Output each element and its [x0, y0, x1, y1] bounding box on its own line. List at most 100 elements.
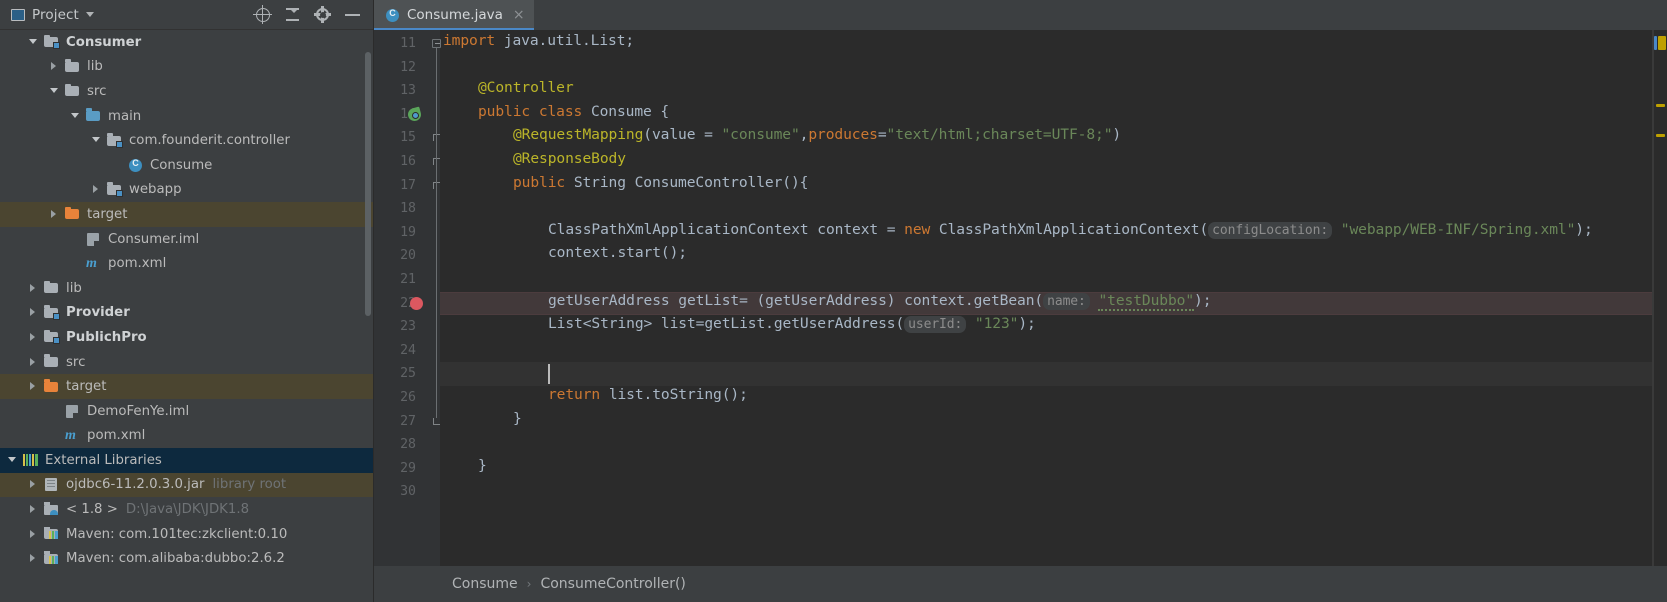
chevron-right-icon[interactable]: [29, 529, 38, 539]
collapse-all-icon[interactable]: [284, 6, 301, 23]
folder-icon: [43, 354, 60, 370]
no-arrow-spacer: [71, 259, 80, 268]
code-text[interactable]: import java.util.List; @Controller public …: [440, 30, 1667, 566]
chevron-down-icon[interactable]: [92, 136, 101, 145]
code-token: public: [513, 173, 574, 191]
line-number: 17: [400, 177, 416, 193]
tree-row-lib[interactable]: lib: [0, 276, 373, 301]
code-line[interactable]: @ResponseBody: [513, 150, 626, 174]
project-panel-icon: [10, 7, 26, 23]
line-number: 27: [400, 413, 416, 429]
tree-row-1-8[interactable]: < 1.8 > D:\Java\JDK\JDK1.8: [0, 497, 373, 522]
breadcrumb-item-method[interactable]: ConsumeController(): [540, 576, 685, 592]
code-line[interactable]: context.start();: [548, 244, 687, 268]
code-line[interactable]: @Controller: [478, 79, 574, 103]
chevron-right-icon[interactable]: [29, 332, 38, 342]
tree-row-consumer-iml[interactable]: Consumer.iml: [0, 227, 373, 252]
chevron-right-icon[interactable]: [50, 62, 59, 71]
code-line[interactable]: public String ConsumeController(){: [513, 174, 808, 198]
tree-row-pom-xml[interactable]: m pom.xml: [0, 424, 373, 449]
chevron-right-icon[interactable]: [92, 185, 101, 194]
no-arrow-spacer: [50, 431, 59, 440]
tree-row-target[interactable]: target: [0, 202, 373, 227]
editor-gutter[interactable]: 1112131415161718192021222324252627282930: [374, 30, 441, 566]
code-token: getUserAddress getList= (getUserAddress)…: [548, 291, 1044, 309]
chevron-right-icon[interactable]: [29, 554, 38, 563]
chevron-right-icon[interactable]: [29, 357, 38, 367]
tree-row-com-founderit-controller[interactable]: com.founderit.controller: [0, 128, 373, 153]
close-icon[interactable]: ×: [513, 8, 525, 22]
line-number: 11: [400, 36, 416, 51]
tree-row-src[interactable]: src: [0, 350, 373, 375]
code-line[interactable]: import java.util.List;: [443, 32, 634, 56]
project-tree[interactable]: Consumer lib src main com.founderit.controll…: [0, 30, 373, 602]
breakpoint-icon[interactable]: [410, 296, 423, 310]
tree-row-src[interactable]: src: [0, 79, 373, 104]
code-token: }: [513, 409, 522, 427]
code-line[interactable]: getUserAddress getList= (getUserAddress)…: [548, 291, 1211, 316]
code-token: "text/html;charset=UTF-8;": [886, 126, 1113, 144]
tree-row-label: main: [108, 108, 142, 124]
code-token: @ResponseBody: [513, 150, 626, 167]
sidebar-scrollbar-track[interactable]: [365, 32, 372, 600]
panel-title[interactable]: Project: [32, 7, 79, 23]
chevron-right-icon[interactable]: [29, 505, 38, 514]
tree-row-demofenye-iml[interactable]: DemoFenYe.iml: [0, 399, 373, 424]
code-line[interactable]: @RequestMapping(value = "consume",produc…: [513, 126, 1121, 150]
breadcrumb: Consume › ConsumeController(): [374, 566, 1667, 602]
tree-row-lib[interactable]: lib: [0, 55, 373, 80]
tree-row-ojdbc6-11-2-0-3-0-jar[interactable]: ojdbc6-11.2.0.3.0.jar library root: [0, 472, 373, 498]
locate-file-icon[interactable]: [253, 5, 272, 24]
tree-row-maven-com-alibaba-dubbo-2-6-2[interactable]: Maven: com.alibaba:dubbo:2.6.2: [0, 546, 373, 571]
editor-tab-bar: Consume.java ×: [374, 0, 1667, 30]
chevron-right-icon[interactable]: [29, 382, 38, 391]
chevron-right-icon[interactable]: [50, 209, 59, 219]
chevron-down-icon[interactable]: [50, 87, 59, 96]
tree-row-webapp[interactable]: webapp: [0, 178, 373, 203]
chevron-right-icon[interactable]: [29, 308, 38, 317]
editor-tab-label: Consume.java: [407, 7, 503, 23]
tree-row-consumer[interactable]: Consumer: [0, 30, 373, 55]
tree-row-label: pom.xml: [108, 256, 167, 272]
code-line[interactable]: return list.toString();: [548, 386, 748, 410]
editor-tab-consume-java[interactable]: Consume.java ×: [374, 0, 534, 30]
code-token: ClassPathXmlApplicationContext(: [938, 220, 1209, 238]
chevron-down-icon[interactable]: [29, 38, 38, 47]
line-number: 21: [400, 272, 416, 287]
warning-marker[interactable]: [1658, 36, 1666, 50]
chevron-right-icon[interactable]: [29, 480, 38, 489]
tree-row-label: pom.xml: [87, 428, 146, 444]
gear-icon[interactable]: [314, 6, 331, 23]
code-viewport[interactable]: 1112131415161718192021222324252627282930…: [374, 30, 1667, 566]
warning-marker[interactable]: [1656, 134, 1665, 137]
tree-row-target[interactable]: target: [0, 374, 373, 399]
line-number: 18: [400, 201, 416, 217]
code-line[interactable]: ClassPathXmlApplicationContext context =…: [548, 221, 1593, 245]
chevron-right-icon[interactable]: [29, 283, 38, 293]
chevron-down-icon[interactable]: [8, 456, 17, 465]
tree-row-publichpro[interactable]: PublichPro: [0, 325, 373, 350]
code-line[interactable]: List<String> list=getList.getUserAddress…: [548, 315, 1036, 339]
tree-row-main[interactable]: main: [0, 104, 373, 129]
code-line[interactable]: }: [478, 457, 487, 481]
code-line[interactable]: }: [513, 410, 522, 434]
sidebar-scrollbar-thumb[interactable]: [365, 52, 371, 316]
warning-marker[interactable]: [1656, 104, 1665, 107]
spring-bean-gutter-icon[interactable]: [406, 106, 423, 123]
chevron-down-icon[interactable]: [85, 12, 94, 17]
chevron-down-icon[interactable]: [71, 112, 80, 121]
hide-panel-icon[interactable]: [344, 6, 361, 23]
code-token: ): [1112, 126, 1122, 144]
code-line[interactable]: public class Consume {: [478, 103, 669, 127]
tree-row-maven-com-101tec-zkclient-0-10[interactable]: Maven: com.101tec:zkclient:0.10: [0, 522, 373, 547]
code-token: import: [443, 32, 504, 49]
tree-row-consume[interactable]: Consume: [0, 153, 373, 178]
tree-row-provider[interactable]: Provider: [0, 301, 373, 326]
tree-row-pom-xml[interactable]: m pom.xml: [0, 251, 373, 276]
folder-icon: [43, 280, 60, 296]
breadcrumb-item-class[interactable]: Consume: [452, 576, 518, 592]
tree-row-label: target: [87, 206, 128, 222]
error-stripe-marks[interactable]: [1653, 30, 1667, 566]
tree-row-external-libraries[interactable]: External Libraries: [0, 448, 373, 473]
tree-row-label: PublichPro: [66, 329, 147, 345]
